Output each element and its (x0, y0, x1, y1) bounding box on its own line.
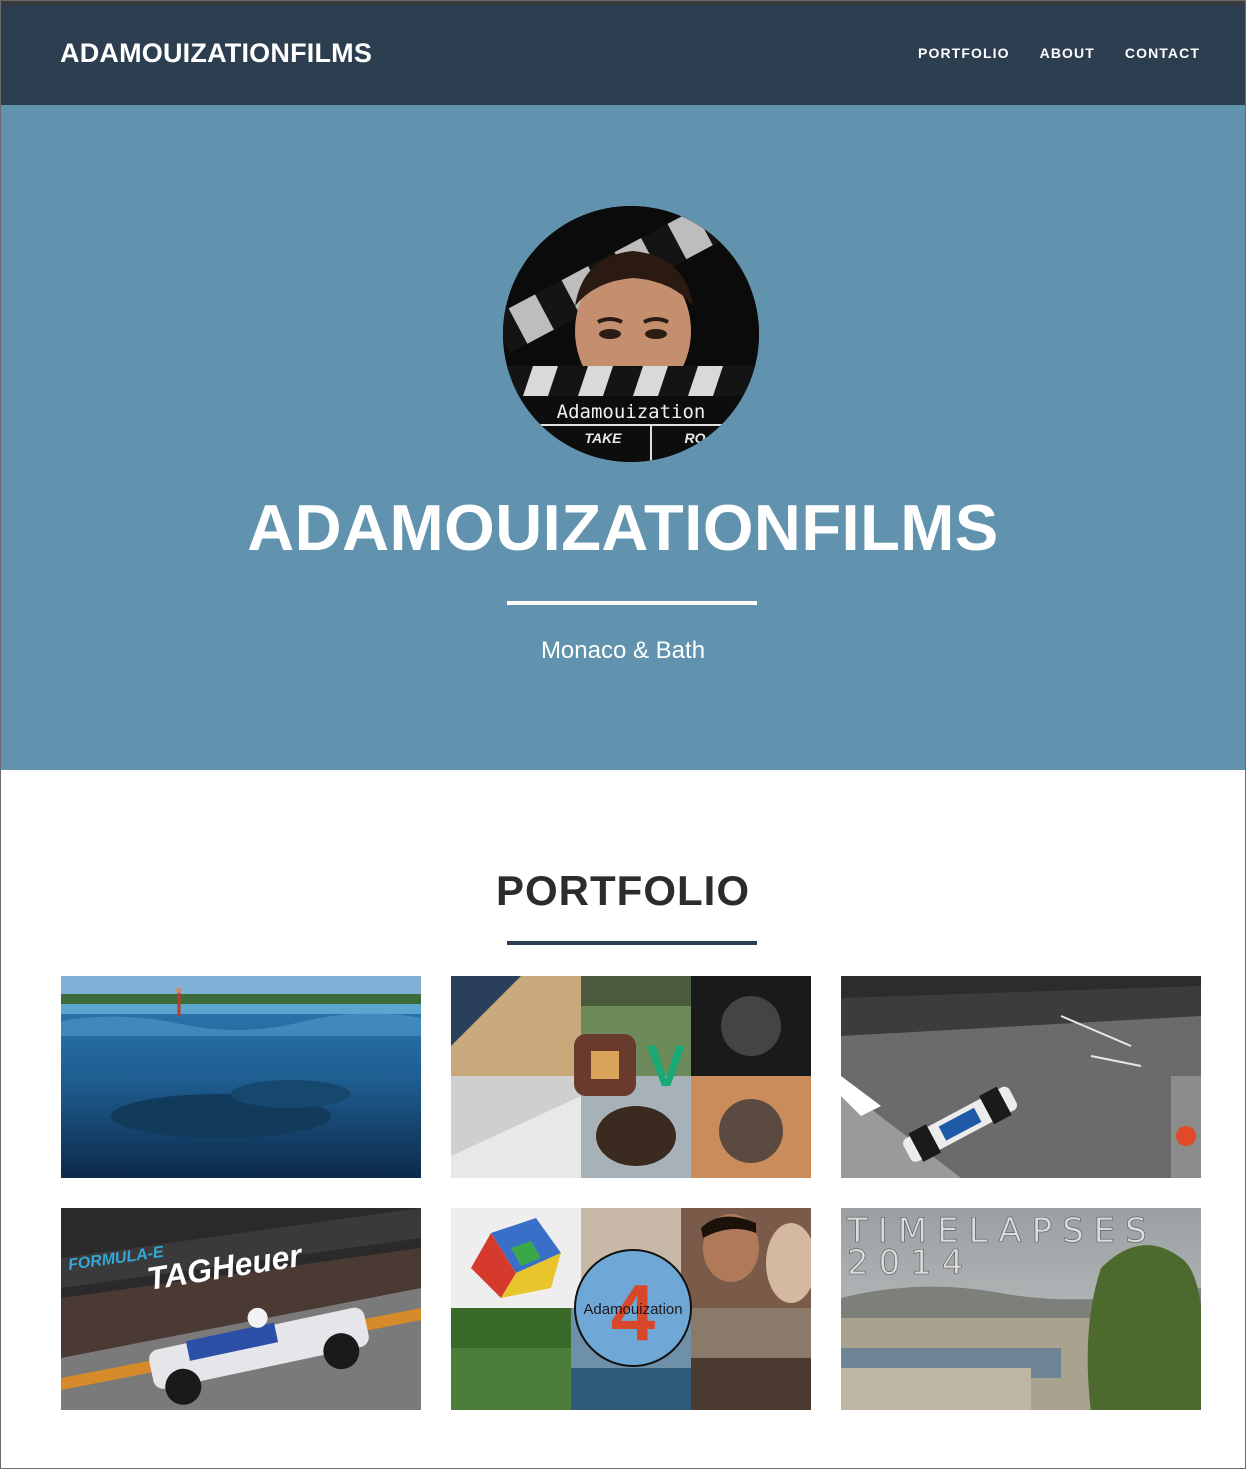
navbar: ADAMOUIZATIONFILMS PORTFOLIO ABOUT CONTA… (1, 5, 1245, 105)
page-frame: ADAMOUIZATIONFILMS PORTFOLIO ABOUT CONTA… (0, 0, 1246, 1469)
timelapses-year-text: 2014 (847, 1243, 974, 1283)
hero-divider (507, 601, 757, 605)
avatar-roll-text: RO (685, 430, 706, 446)
hero-section: Adamouization TAKE RO ADAMOUIZATIONFILMS… (1, 105, 1245, 770)
brand-logo-link[interactable]: ADAMOUIZATIONFILMS (60, 38, 372, 69)
portfolio-item-collage-apps[interactable]: V (451, 976, 811, 1178)
portfolio-item-monaco-f1[interactable] (841, 976, 1201, 1178)
avatar-slate-text: Adamouization (557, 401, 706, 423)
adamouization-4-text: Adamouization (583, 1301, 682, 1318)
portfolio-item-timelapses-2014[interactable]: TIMELAPSES 2014 (841, 1208, 1201, 1410)
hero-title: ADAMOUIZATIONFILMS (247, 491, 999, 564)
portfolio-divider (507, 941, 757, 945)
profile-avatar: Adamouization TAKE RO (503, 206, 759, 462)
portfolio-heading: PORTFOLIO (496, 867, 750, 914)
portfolio-item-adamouization-4[interactable]: 4 Adamouization (451, 1208, 811, 1410)
nav-link-contact[interactable]: CONTACT (1125, 45, 1200, 61)
nav-link-about[interactable]: ABOUT (1040, 45, 1095, 61)
portfolio-item-whale-wakeboard[interactable] (61, 976, 421, 1178)
svg-text:V: V (647, 1034, 686, 1099)
avatar-take-text: TAKE (584, 430, 622, 446)
nav-links: PORTFOLIO ABOUT CONTACT (888, 45, 1200, 61)
hero-subtitle: Monaco & Bath (540, 637, 706, 664)
portfolio-item-formula-e[interactable]: FORMULA-E TAGHeuer (61, 1208, 421, 1410)
nav-link-portfolio[interactable]: PORTFOLIO (918, 45, 1010, 61)
